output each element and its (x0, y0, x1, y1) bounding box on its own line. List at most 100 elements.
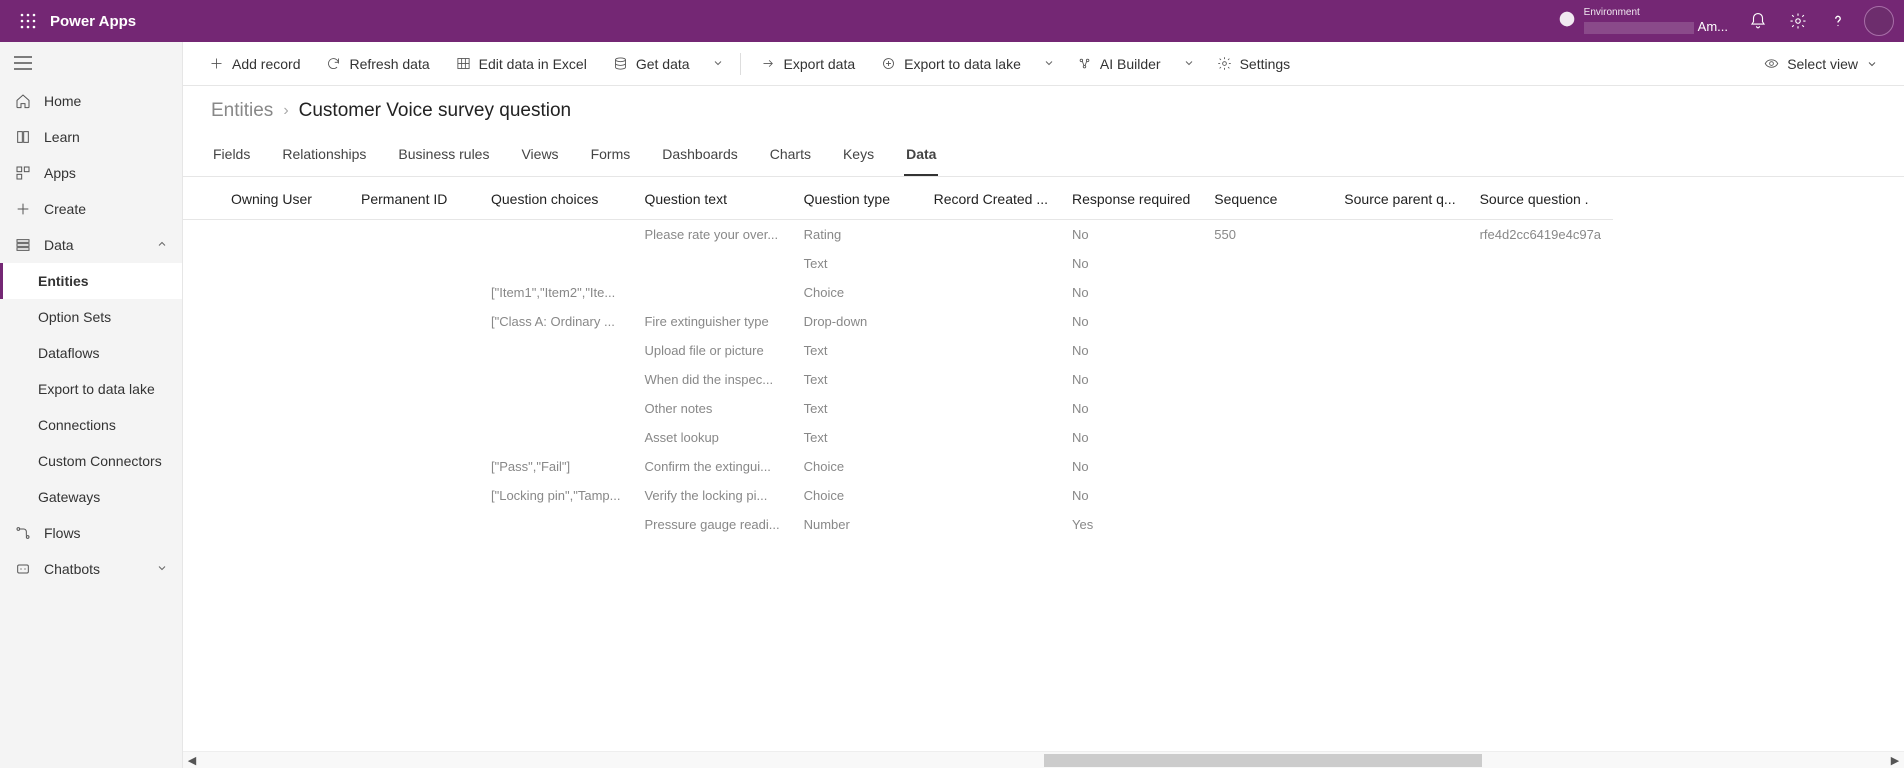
cmd-label: Export to data lake (904, 56, 1021, 72)
tab-fields[interactable]: Fields (211, 138, 252, 176)
table-row[interactable]: Please rate your over...RatingNo550rfe4d… (183, 220, 1613, 250)
tab-data[interactable]: Data (904, 138, 938, 176)
tab-forms[interactable]: Forms (589, 138, 633, 176)
chevron-right-icon: › (283, 102, 288, 120)
sidebar-item-label: Home (44, 93, 81, 109)
table-cell (183, 307, 219, 336)
table-cell: No (1060, 365, 1202, 394)
scroll-track[interactable] (201, 752, 1886, 768)
cmd-label: Select view (1787, 56, 1858, 72)
notifications-icon[interactable] (1738, 12, 1778, 30)
table-cell (219, 307, 349, 336)
sidebar-item-learn[interactable]: Learn (0, 119, 182, 155)
get-data-button[interactable]: Get data (603, 50, 700, 78)
table-cell (479, 423, 632, 452)
sidebar-item-apps[interactable]: Apps (0, 155, 182, 191)
col-permanent-id[interactable]: Permanent ID (349, 177, 479, 220)
col-stub[interactable]: n (183, 177, 219, 220)
table-cell (1202, 336, 1332, 365)
app-launcher-icon[interactable] (10, 13, 46, 29)
tab-relationships[interactable]: Relationships (280, 138, 368, 176)
export-datalake-button[interactable]: Export to data lake (871, 50, 1031, 78)
scroll-right-icon[interactable]: ▶ (1886, 754, 1904, 767)
table-cell (1332, 394, 1467, 423)
edit-excel-button[interactable]: Edit data in Excel (446, 50, 597, 78)
table-cell (219, 452, 349, 481)
col-question-text[interactable]: Question text (632, 177, 791, 220)
table-cell (1202, 365, 1332, 394)
settings-icon[interactable] (1778, 12, 1818, 30)
ai-builder-button[interactable]: AI Builder (1067, 50, 1171, 78)
table-row[interactable]: ["Pass","Fail"]Confirm the extingui...Ch… (183, 452, 1613, 481)
col-question-choices[interactable]: Question choices (479, 177, 632, 220)
table-cell (1468, 278, 1613, 307)
tab-keys[interactable]: Keys (841, 138, 876, 176)
breadcrumb: Entities › Customer Voice survey questio… (183, 86, 1904, 128)
sidebar-item-label: Data (44, 237, 74, 253)
hamburger-icon[interactable] (0, 48, 182, 83)
user-avatar[interactable] (1864, 6, 1894, 36)
col-owning-user[interactable]: Owning User (219, 177, 349, 220)
table-row[interactable]: Asset lookupTextNo (183, 423, 1613, 452)
ai-builder-chevron[interactable] (1177, 52, 1201, 76)
help-icon[interactable] (1818, 12, 1858, 30)
refresh-data-button[interactable]: Refresh data (316, 50, 439, 78)
sidebar-item-home[interactable]: Home (0, 83, 182, 119)
tab-charts[interactable]: Charts (768, 138, 813, 176)
sidebar-item-gateways[interactable]: Gateways (0, 479, 182, 515)
sidebar-item-option-sets[interactable]: Option Sets (0, 299, 182, 335)
select-view-button[interactable]: Select view (1754, 50, 1888, 78)
sidebar-item-entities[interactable]: Entities (0, 263, 182, 299)
table-cell: No (1060, 249, 1202, 278)
add-record-button[interactable]: Add record (199, 50, 310, 78)
scroll-thumb[interactable] (1044, 754, 1482, 767)
table-cell (922, 365, 1060, 394)
table-cell (479, 510, 632, 539)
table-cell (922, 220, 1060, 250)
table-row[interactable]: ["Locking pin","Tamp...Verify the lockin… (183, 481, 1613, 510)
col-source-parent[interactable]: Source parent q... (1332, 177, 1467, 220)
tab-views[interactable]: Views (519, 138, 560, 176)
col-source-question[interactable]: Source question . (1468, 177, 1613, 220)
table-row[interactable]: ["Class A: Ordinary ...Fire extinguisher… (183, 307, 1613, 336)
sidebar-item-create[interactable]: Create (0, 191, 182, 227)
table-cell: Pressure gauge readi... (632, 510, 791, 539)
table-cell (1332, 220, 1467, 250)
table-cell (349, 365, 479, 394)
table-row[interactable]: Upload file or pictureTextNo (183, 336, 1613, 365)
sidebar-item-dataflows[interactable]: Dataflows (0, 335, 182, 371)
col-record-created[interactable]: Record Created ... (922, 177, 1060, 220)
sidebar-item-connections[interactable]: Connections (0, 407, 182, 443)
tab-business-rules[interactable]: Business rules (396, 138, 491, 176)
export-datalake-chevron[interactable] (1037, 52, 1061, 76)
breadcrumb-root[interactable]: Entities (211, 100, 273, 122)
table-cell: Verify the locking pi... (632, 481, 791, 510)
table-cell (479, 220, 632, 250)
tab-dashboards[interactable]: Dashboards (660, 138, 740, 176)
table-row[interactable]: When did the inspec...TextNo (183, 365, 1613, 394)
table-row[interactable]: Other notesTextNo (183, 394, 1613, 423)
col-response-required[interactable]: Response required (1060, 177, 1202, 220)
table-cell (1202, 510, 1332, 539)
sidebar-item-chatbots[interactable]: Chatbots (0, 551, 182, 587)
table-cell: No (1060, 278, 1202, 307)
table-cell: No (1060, 423, 1202, 452)
table-cell: No (1060, 394, 1202, 423)
sidebar-item-custom-connectors[interactable]: Custom Connectors (0, 443, 182, 479)
scroll-left-icon[interactable]: ◀ (183, 754, 201, 767)
sidebar-item-label: Custom Connectors (38, 453, 162, 469)
export-data-button[interactable]: Export data (751, 50, 866, 78)
table-cell (349, 278, 479, 307)
table-row[interactable]: ["Item1","Item2","Ite...ChoiceNo (183, 278, 1613, 307)
sidebar-item-data[interactable]: Data (0, 227, 182, 263)
sidebar-item-export-datalake[interactable]: Export to data lake (0, 371, 182, 407)
get-data-chevron[interactable] (706, 52, 730, 76)
table-row[interactable]: Pressure gauge readi...NumberYes (183, 510, 1613, 539)
horizontal-scrollbar[interactable]: ◀ ▶ (183, 751, 1904, 768)
col-sequence[interactable]: Sequence (1202, 177, 1332, 220)
environment-picker[interactable]: Environment Am... (1558, 7, 1728, 35)
col-question-type[interactable]: Question type (792, 177, 922, 220)
settings-button[interactable]: Settings (1207, 50, 1301, 78)
table-row[interactable]: TextNo (183, 249, 1613, 278)
sidebar-item-flows[interactable]: Flows (0, 515, 182, 551)
